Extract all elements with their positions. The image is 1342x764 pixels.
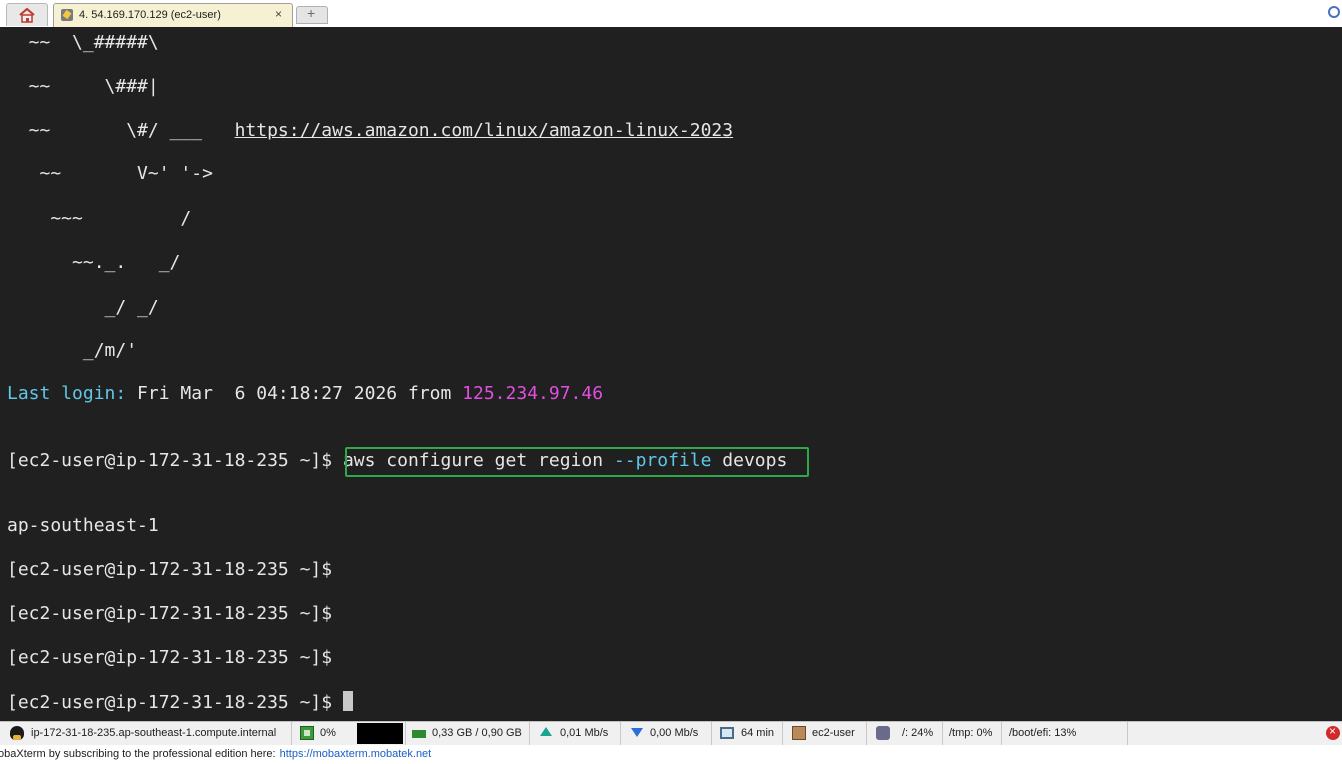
upload-arrow-icon <box>540 727 552 736</box>
ascii-url-line: ~~ \#/ ___ https://aws.amazon.com/linux/… <box>7 120 733 142</box>
terminal-area[interactable]: ~~ \_#####\ ~~ \###| ~~ \#/ ___ https://… <box>0 27 1342 721</box>
new-tab-button[interactable]: + <box>296 5 328 24</box>
status-bar: ip-172-31-18-235.ap-southeast-1.compute.… <box>0 721 1342 746</box>
disk-tmp-usage: /tmp: 0% <box>949 727 993 739</box>
ascii-line: ~~ \#/ ___ <box>7 120 235 141</box>
home-tab[interactable] <box>6 3 48 26</box>
user-icon <box>792 726 806 740</box>
monitor-icon <box>720 727 734 739</box>
uptime: 64 min <box>741 727 775 739</box>
ssh-session-icon <box>61 9 73 21</box>
command-highlight-box <box>345 447 809 477</box>
tab-bar: 4. 54.169.170.129 (ec2-user) × + <box>0 0 1342 28</box>
session-tab[interactable]: 4. 54.169.170.129 (ec2-user) × <box>53 3 293 27</box>
status-disk-tmp[interactable]: /tmp: 0% <box>943 722 1002 746</box>
cpu-icon <box>300 726 314 740</box>
ascii-line: _/ _/ <box>7 297 159 318</box>
ascii-line: _/m/' <box>7 340 138 361</box>
ascii-line: ~~ \_#####\ <box>7 32 159 53</box>
download-arrow-icon <box>631 728 643 737</box>
terminal-cursor <box>342 691 353 711</box>
status-disk-boot[interactable]: /boot/efi: 13% <box>1002 722 1128 746</box>
ascii-line: ~~._. _/ <box>7 252 181 273</box>
status-user[interactable]: ec2-user <box>783 722 867 746</box>
disk-icon <box>876 726 890 740</box>
shell-prompt: [ec2-user@ip-172-31-18-235 ~]$ <box>7 450 343 471</box>
user-name: ec2-user <box>812 727 855 739</box>
cpu-usage: 0% <box>320 727 336 739</box>
linux-tux-icon <box>10 726 24 740</box>
close-tab-icon[interactable]: × <box>275 7 282 21</box>
info-bar: obaXterm by subscribing to the professio… <box>0 745 1342 764</box>
disk-root-usage: /: 24% <box>902 727 934 739</box>
ascii-line: ~~ \###| <box>7 76 159 97</box>
ascii-line: ~~ V~' '-> <box>7 163 213 184</box>
last-login-time: Fri Mar 6 04:18:27 2026 from <box>126 383 463 404</box>
amazon-linux-url[interactable]: https://aws.amazon.com/linux/amazon-linu… <box>235 120 734 141</box>
mobaxterm-link[interactable]: https://mobaxterm.mobatek.net <box>280 748 432 760</box>
home-icon <box>19 7 35 23</box>
session-tab-title: 4. 54.169.170.129 (ec2-user) <box>79 9 221 21</box>
status-uptime[interactable]: 64 min <box>712 722 783 746</box>
active-prompt-line[interactable]: [ec2-user@ip-172-31-18-235 ~]$ <box>7 691 353 713</box>
status-memory[interactable]: 0,33 GB / 0,90 GB <box>406 722 530 746</box>
shell-prompt: [ec2-user@ip-172-31-18-235 ~]$ <box>7 692 343 713</box>
ascii-line: ~~~ / <box>7 208 192 229</box>
shell-prompt: [ec2-user@ip-172-31-18-235 ~]$ <box>7 559 333 580</box>
upload-speed: 0,01 Mb/s <box>560 727 609 739</box>
memory-icon <box>412 730 426 738</box>
command-output: ap-southeast-1 <box>7 515 159 536</box>
memory-usage: 0,33 GB / 0,90 GB <box>432 727 522 739</box>
cpu-graph <box>357 723 403 744</box>
promo-message: obaXterm by subscribing to the professio… <box>0 748 431 760</box>
status-disk-root[interactable]: /: 24% <box>867 722 943 746</box>
disk-boot-usage: /boot/efi: 13% <box>1009 727 1077 739</box>
last-login-line: Last login: Fri Mar 6 04:18:27 2026 from… <box>7 383 603 405</box>
status-cpu[interactable]: 0% <box>292 722 406 746</box>
promo-text: obaXterm by subscribing to the professio… <box>0 748 276 760</box>
error-icon[interactable] <box>1326 724 1340 740</box>
last-login-ip: 125.234.97.46 <box>462 383 604 404</box>
last-login-label: Last login: <box>7 383 127 404</box>
status-upload[interactable]: 0,01 Mb/s <box>530 722 621 746</box>
status-download[interactable]: 0,00 Mb/s <box>621 722 712 746</box>
plus-icon: + <box>307 5 316 21</box>
mobaxterm-logo-icon <box>1328 6 1340 18</box>
shell-prompt: [ec2-user@ip-172-31-18-235 ~]$ <box>7 647 333 668</box>
host-name: ip-172-31-18-235.ap-southeast-1.compute.… <box>31 727 277 739</box>
status-host[interactable]: ip-172-31-18-235.ap-southeast-1.compute.… <box>0 722 292 746</box>
shell-prompt: [ec2-user@ip-172-31-18-235 ~]$ <box>7 603 333 624</box>
download-speed: 0,00 Mb/s <box>650 727 699 739</box>
